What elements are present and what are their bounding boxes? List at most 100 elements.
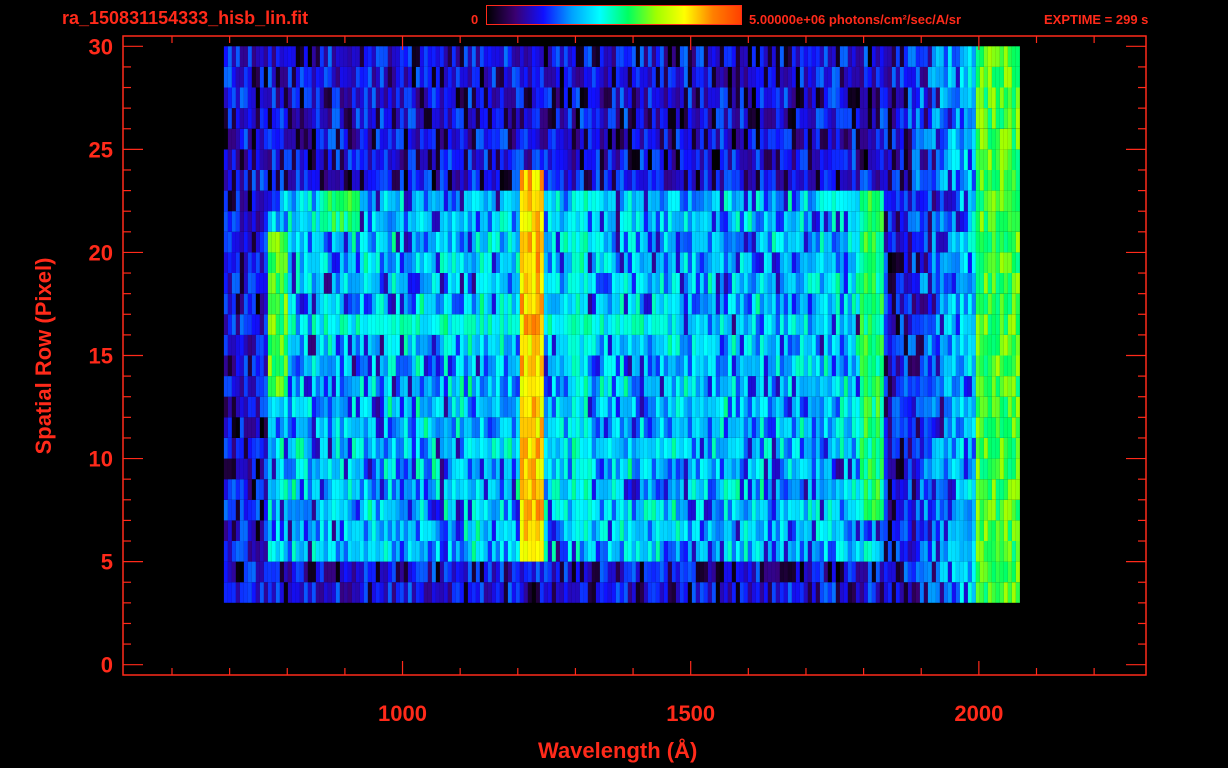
heatmap-cell [927, 438, 932, 459]
heatmap-cell [783, 376, 788, 397]
heatmap-cell [583, 417, 588, 438]
heatmap-cell [987, 170, 992, 191]
heatmap-cell [323, 314, 328, 335]
heatmap-cell [291, 273, 296, 294]
heatmap-cell [475, 252, 480, 273]
heatmap-cell [883, 334, 888, 356]
heatmap-cell [783, 561, 788, 583]
heatmap-cell [927, 273, 932, 294]
heatmap-cell [455, 273, 460, 294]
heatmap-cell [883, 520, 888, 541]
heatmap-cell [535, 231, 540, 253]
heatmap-cell [887, 149, 892, 170]
heatmap-cell [411, 541, 416, 562]
heatmap-cell [231, 417, 236, 438]
heatmap-cell [543, 108, 548, 129]
heatmap-cell [263, 334, 268, 356]
heatmap-cell [835, 479, 840, 500]
heatmap-cell [911, 458, 916, 480]
heatmap-cell [411, 458, 416, 480]
heatmap-cell [335, 108, 340, 129]
heatmap-cell [999, 87, 1004, 109]
heatmap-cell [431, 438, 436, 459]
heatmap-cell [487, 458, 492, 480]
heatmap-cell [615, 376, 620, 397]
heatmap-cell [979, 252, 984, 273]
heatmap-cell [675, 314, 680, 335]
heatmap-cell [967, 355, 972, 377]
heatmap-cell [887, 252, 892, 273]
heatmap-cell [643, 211, 648, 232]
heatmap-cell [359, 149, 364, 170]
heatmap-cell [611, 211, 616, 232]
heatmap-cell [243, 66, 248, 88]
heatmap-cell [843, 211, 848, 232]
heatmap-cell [263, 376, 268, 397]
heatmap-cell [619, 334, 624, 356]
heatmap-cell [739, 396, 744, 418]
heatmap-cell [987, 417, 992, 438]
heatmap-cell [327, 417, 332, 438]
heatmap-cell [247, 334, 252, 356]
heatmap-cell [259, 438, 264, 459]
heatmap-cell [439, 438, 444, 459]
heatmap-cell [619, 438, 624, 459]
heatmap-cell [851, 520, 856, 541]
heatmap-cell [723, 582, 728, 603]
heatmap-cell [703, 438, 708, 459]
heatmap-cell [751, 417, 756, 438]
heatmap-cell [439, 479, 444, 500]
heatmap-cell [523, 314, 528, 335]
heatmap-cell [731, 458, 736, 480]
heatmap-cell [679, 128, 684, 150]
heatmap-cell [619, 561, 624, 583]
heatmap-cell [751, 355, 756, 377]
heatmap-cell [635, 417, 640, 438]
heatmap-cell [911, 170, 916, 191]
heatmap-cell [751, 108, 756, 129]
heatmap-cell [479, 211, 484, 232]
heatmap-cell [827, 128, 832, 150]
heatmap-cell [531, 499, 536, 521]
heatmap-cell [259, 128, 264, 150]
heatmap-cell [915, 108, 920, 129]
heatmap-cell [595, 87, 600, 109]
heatmap-cell [639, 149, 644, 170]
heatmap-cell [835, 190, 840, 212]
heatmap-cell [739, 293, 744, 315]
heatmap-cell [975, 417, 980, 438]
heatmap-cell [799, 273, 804, 294]
heatmap-cell [235, 170, 240, 191]
heatmap-cell [1015, 582, 1020, 603]
heatmap-cell [839, 520, 844, 541]
heatmap-cell [743, 293, 748, 315]
heatmap-cell [747, 479, 752, 500]
heatmap-cell [959, 520, 964, 541]
heatmap-cell [659, 376, 664, 397]
heatmap-cell [999, 438, 1004, 459]
heatmap-cell [315, 479, 320, 500]
heatmap-cell [1007, 108, 1012, 129]
heatmap-cell [795, 479, 800, 500]
heatmap-cell [619, 108, 624, 129]
heatmap-cell [555, 417, 560, 438]
heatmap-cell [787, 561, 792, 583]
heatmap-cell [419, 396, 424, 418]
heatmap-cell [687, 108, 692, 129]
heatmap-cell [263, 149, 268, 170]
heatmap-cell [287, 293, 292, 315]
heatmap-cell [951, 396, 956, 418]
heatmap-cell [635, 541, 640, 562]
heatmap-cell [907, 231, 912, 253]
heatmap-cell [759, 87, 764, 109]
heatmap-cell [515, 417, 520, 438]
heatmap-cell [235, 458, 240, 480]
heatmap-cell [871, 314, 876, 335]
heatmap-cell [455, 520, 460, 541]
heatmap-cell [519, 541, 524, 562]
heatmap-cell [727, 273, 732, 294]
heatmap-cell [675, 355, 680, 377]
heatmap-cell [235, 66, 240, 88]
heatmap-cell [899, 417, 904, 438]
heatmap-cell [535, 128, 540, 150]
